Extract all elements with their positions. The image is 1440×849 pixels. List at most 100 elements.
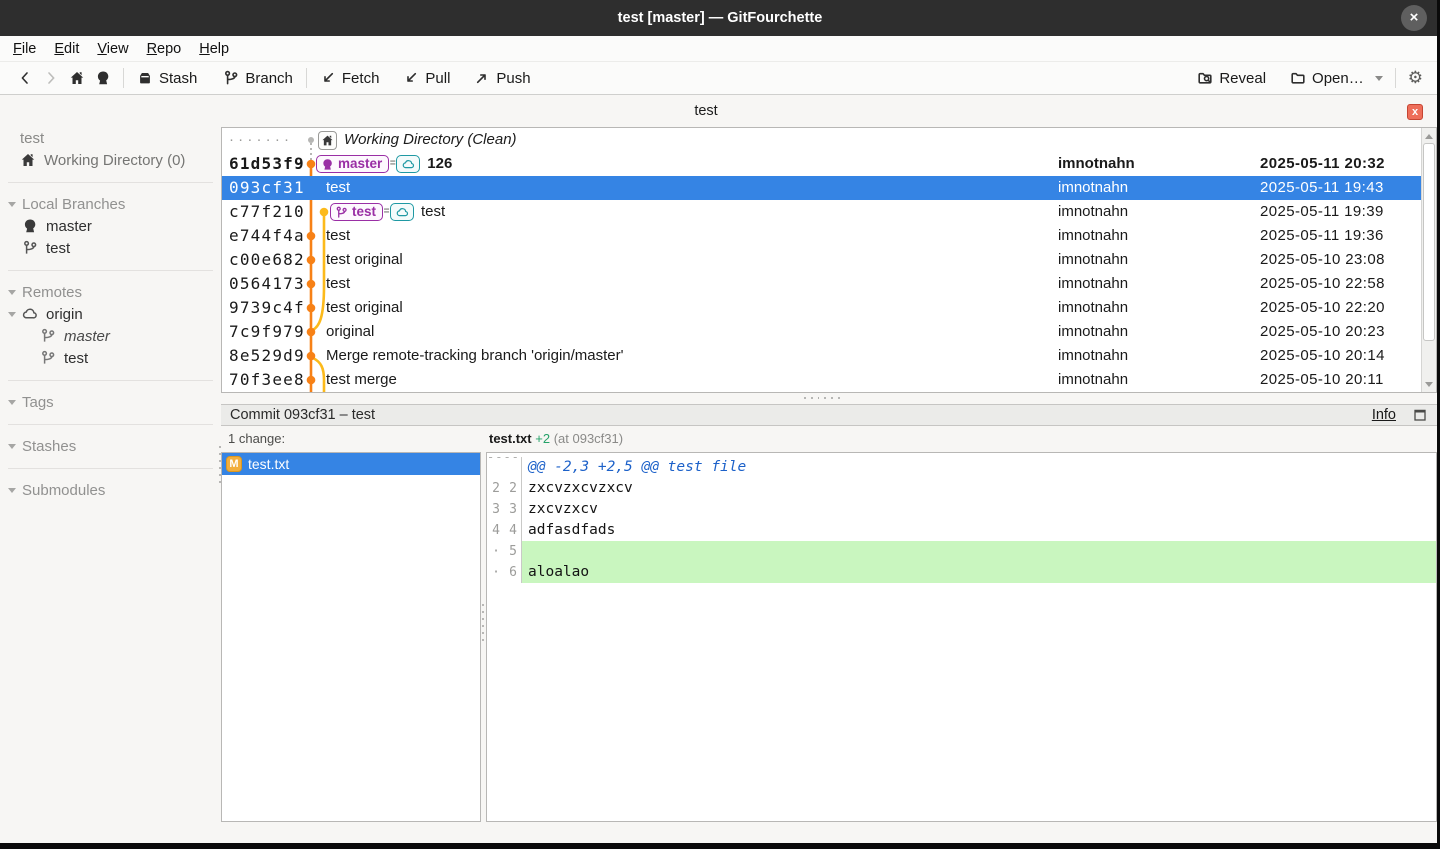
tab-test[interactable]: test [0, 96, 1412, 127]
changed-files-list: M test.txt [221, 452, 481, 822]
commit-date: 2025-05-10 20:23 [1260, 320, 1430, 344]
tracking-link-icon: = [382, 200, 391, 224]
sidebar-item-branch-test[interactable]: test [0, 237, 221, 259]
goto-workdir-button[interactable] [64, 67, 90, 89]
pull-button[interactable]: Pull [397, 67, 456, 90]
commit-row[interactable]: 9739c4f test original imnotnahn 2025-05-… [222, 296, 1436, 320]
commit-list-scrollbar[interactable] [1421, 128, 1436, 392]
sidebar-section-tags[interactable]: Tags [0, 391, 221, 413]
back-button[interactable] [12, 67, 38, 89]
menu-view[interactable]: View [88, 39, 137, 59]
horizontal-splitter[interactable] [804, 396, 840, 400]
tracking-link-icon: = [388, 152, 397, 176]
info-link[interactable]: Info [1372, 407, 1396, 423]
commit-row-selected[interactable]: 093cf31 test imnotnahn 2025-05-11 19:43 [222, 176, 1436, 200]
commit-author: imnotnahn [1058, 248, 1248, 272]
fetch-button[interactable]: Fetch [314, 67, 386, 90]
commit-row[interactable]: 70f3ee8 test merge imnotnahn 2025-05-10 … [222, 368, 1436, 392]
commit-author: imnotnahn [1058, 200, 1248, 224]
diff-line-text [522, 541, 1436, 562]
commit-hash: 7c9f979 [229, 320, 311, 344]
maximize-icon[interactable] [1412, 407, 1428, 423]
commit-row[interactable]: c00e682 test original imnotnahn 2025-05-… [222, 248, 1436, 272]
commit-message: 126 [427, 152, 452, 176]
goto-head-button[interactable] [90, 67, 116, 89]
commit-date: 2025-05-11 19:43 [1260, 176, 1430, 200]
old-line-number: 3 [489, 499, 500, 520]
sidebar-section-local-branches[interactable]: Local Branches [0, 193, 221, 215]
commit-date: 2025-05-10 22:20 [1260, 296, 1430, 320]
open-dropdown-button[interactable] [1370, 73, 1388, 84]
tab-close-button[interactable]: x [1407, 104, 1423, 120]
commit-detail-title: Commit 093cf31 – test [230, 407, 1372, 423]
commit-message: test [326, 224, 350, 248]
commit-row[interactable]: 7c9f979 original imnotnahn 2025-05-10 20… [222, 320, 1436, 344]
sidebar-section-stashes[interactable]: Stashes [0, 435, 221, 457]
file-row-test-txt[interactable]: M test.txt [222, 453, 480, 475]
branch-button[interactable]: Branch [217, 67, 299, 90]
scrollbar-thumb[interactable] [1423, 143, 1435, 341]
settings-button[interactable]: ⚙ [1403, 67, 1428, 89]
commit-author: imnotnahn [1058, 368, 1248, 392]
window-title: test [master] — GitFourchette [0, 0, 1440, 36]
sidebar-item-origin-master[interactable]: master [0, 325, 221, 347]
commit-date: 2025-05-10 20:14 [1260, 344, 1430, 368]
ref-badge-test: test = [330, 200, 414, 224]
reveal-button[interactable]: Reveal [1191, 67, 1272, 90]
cloud-icon [396, 206, 409, 219]
diff-line-text: zxcvzxcvzxcv [522, 478, 1436, 499]
commit-list: · · · · · · · Working Directory (Clean) … [221, 127, 1437, 393]
remote-ref [396, 155, 420, 173]
commit-row[interactable]: e744f4a test imnotnahn 2025-05-11 19:36 [222, 224, 1436, 248]
diff-view[interactable]: ----- @@ -2,3 +2,5 @@ test file 22 zxcvz… [486, 452, 1437, 822]
commit-row[interactable]: 61d53f9 master = 126 imnotnahn 2025-05-1… [222, 152, 1436, 176]
menu-edit[interactable]: Edit [45, 39, 88, 59]
toolbar-separator [123, 68, 124, 88]
commit-author: imnotnahn [1058, 320, 1248, 344]
stash-button[interactable]: Stash [131, 67, 203, 90]
toolbar-separator [1395, 68, 1396, 88]
open-button[interactable]: Open… [1284, 67, 1370, 90]
folder-icon [1290, 70, 1306, 86]
menu-repo[interactable]: Repo [138, 39, 191, 59]
sidebar-item-workdir[interactable]: Working Directory (0) [0, 149, 221, 171]
collapse-caret-icon [8, 290, 16, 295]
new-line-number: 4 [505, 520, 517, 541]
commit-message: test original [326, 248, 403, 272]
window-close-button[interactable]: × [1401, 5, 1427, 31]
pull-icon [403, 70, 419, 86]
commit-author: imnotnahn [1058, 152, 1248, 176]
commit-hash: 0564173 [229, 272, 311, 296]
forward-button[interactable] [38, 67, 64, 89]
commit-message: test original [326, 296, 403, 320]
commit-date: 2025-05-11 19:36 [1260, 224, 1430, 248]
workdir-row[interactable]: · · · · · · · Working Directory (Clean) [222, 128, 1436, 152]
scroll-up-arrow[interactable] [1422, 129, 1436, 143]
chevron-right-icon [43, 70, 59, 86]
menu-file[interactable]: File [4, 39, 45, 59]
commit-date: 2025-05-11 19:39 [1260, 200, 1430, 224]
commit-row[interactable]: 8e529d9 Merge remote-tracking branch 'or… [222, 344, 1436, 368]
commit-hash: e744f4a [229, 224, 311, 248]
filelist-diff-splitter[interactable] [482, 604, 484, 641]
branch-icon [40, 350, 56, 366]
sidebar-item-remote-origin[interactable]: origin [0, 303, 221, 325]
old-line-number: 2 [489, 478, 500, 499]
branch-ref: master [316, 155, 389, 173]
commit-message: test [326, 272, 350, 296]
commit-author: imnotnahn [1058, 176, 1248, 200]
sidebar-item-origin-test[interactable]: test [0, 347, 221, 369]
home-icon [318, 131, 337, 150]
scroll-down-arrow[interactable] [1422, 377, 1436, 391]
sidebar-section-remotes[interactable]: Remotes [0, 281, 221, 303]
menu-help[interactable]: Help [190, 39, 238, 59]
toolbar-separator [306, 68, 307, 88]
commit-row[interactable]: c77f210 test = test imnotnahn 2025-05-11… [222, 200, 1436, 224]
sidebar-section-submodules[interactable]: Submodules [0, 479, 221, 501]
diff-line-text: aloalao [522, 562, 1436, 583]
commit-hash: 9739c4f [229, 296, 311, 320]
new-line-number: 3 [505, 499, 517, 520]
commit-row[interactable]: 0564173 test imnotnahn 2025-05-10 22:58 [222, 272, 1436, 296]
sidebar-item-branch-master[interactable]: master [0, 215, 221, 237]
push-button[interactable]: Push [468, 67, 536, 90]
